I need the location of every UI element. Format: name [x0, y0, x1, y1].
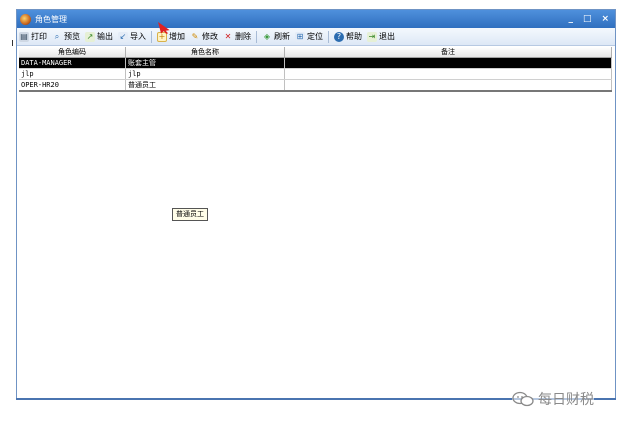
toolbar: ▤ 打印 ⌕ 预览 ↗ 输出 ↙ 导入 + 增加 ✎ 修改 ✕ 删除 ◈ 刷新 … — [17, 28, 615, 46]
cell-role-code[interactable]: OPER-HR20 — [19, 79, 126, 92]
add-label: 增加 — [169, 32, 185, 41]
minimize-button[interactable]: _ — [568, 12, 573, 26]
cell-remarks[interactable] — [284, 57, 612, 69]
cell-role-name[interactable]: 普通员工 — [125, 79, 285, 92]
delete-icon: ✕ — [224, 31, 232, 41]
edit-button[interactable]: ✎ 修改 — [190, 31, 218, 42]
maximize-button[interactable]: □ — [583, 12, 592, 26]
edge-mark — [12, 40, 13, 46]
role-table: 角色编码 角色名称 备注 DATA-MANAGER 账套主管 jlp jlp O — [19, 47, 612, 92]
preview-icon: ⌕ — [54, 31, 60, 41]
locate-button[interactable]: ⊞ 定位 — [295, 31, 323, 42]
help-label: 帮助 — [346, 32, 362, 41]
cell-role-code[interactable]: jlp — [19, 68, 126, 80]
preview-button[interactable]: ⌕ 预览 — [52, 31, 80, 42]
column-header-role-name[interactable]: 角色名称 — [125, 47, 285, 58]
export-icon: ↗ — [85, 31, 95, 42]
cell-remarks[interactable] — [284, 68, 612, 80]
delete-button[interactable]: ✕ 删除 — [223, 31, 251, 42]
column-header-role-code[interactable]: 角色编码 — [19, 47, 126, 58]
import-button[interactable]: ↙ 导入 — [118, 31, 146, 42]
exit-icon: ⇥ — [367, 31, 377, 42]
cell-remarks[interactable] — [284, 79, 612, 92]
cell-tooltip: 普通员工 — [172, 208, 208, 221]
refresh-label: 刷新 — [274, 32, 290, 41]
export-label: 输出 — [97, 32, 113, 41]
refresh-icon: ◈ — [263, 31, 271, 41]
delete-label: 删除 — [235, 32, 251, 41]
table-row[interactable]: OPER-HR20 普通员工 — [19, 79, 612, 92]
locate-label: 定位 — [307, 32, 323, 41]
print-label: 打印 — [31, 32, 47, 41]
column-header-remarks[interactable]: 备注 — [284, 47, 612, 58]
table-row[interactable]: jlp jlp — [19, 68, 612, 80]
table-row[interactable]: DATA-MANAGER 账套主管 — [19, 57, 612, 69]
help-icon: ? — [334, 31, 344, 42]
toolbar-separator — [256, 30, 257, 43]
printer-icon: ▤ — [19, 31, 29, 42]
edit-icon: ✎ — [191, 31, 199, 41]
import-icon: ↙ — [118, 31, 128, 42]
edit-label: 修改 — [202, 32, 218, 41]
toolbar-separator — [328, 30, 329, 43]
watermark: 每日财税 — [512, 389, 594, 409]
import-label: 导入 — [130, 32, 146, 41]
cell-role-code[interactable]: DATA-MANAGER — [19, 57, 126, 69]
cell-role-name[interactable]: jlp — [125, 68, 285, 80]
red-arrow-pointer-icon — [158, 21, 170, 34]
close-button[interactable]: × — [601, 12, 609, 26]
toolbar-separator — [151, 30, 152, 43]
role-grid: 角色编码 角色名称 备注 DATA-MANAGER 账套主管 jlp jlp O — [19, 47, 612, 92]
print-button[interactable]: ▤ 打印 — [19, 31, 47, 42]
locate-icon: ⊞ — [295, 31, 305, 42]
watermark-text: 每日财税 — [538, 392, 594, 408]
table-header-row: 角色编码 角色名称 备注 — [19, 47, 612, 58]
cell-role-name[interactable]: 账套主管 — [125, 57, 285, 69]
wechat-icon — [512, 391, 534, 407]
role-management-window: 角色管理 _ □ × ▤ 打印 ⌕ 预览 ↗ 输出 ↙ 导入 + 增加 ✎ 修改… — [16, 9, 616, 400]
help-button[interactable]: ? 帮助 — [334, 31, 362, 42]
exit-label: 退出 — [379, 32, 395, 41]
exit-button[interactable]: ⇥ 退出 — [367, 31, 395, 42]
refresh-button[interactable]: ◈ 刷新 — [262, 31, 290, 42]
app-icon — [20, 13, 31, 25]
preview-label: 预览 — [64, 32, 80, 41]
title-bar: 角色管理 _ □ × — [17, 10, 615, 28]
window-controls: _ □ × — [568, 12, 609, 26]
window-title: 角色管理 — [35, 14, 67, 24]
export-button[interactable]: ↗ 输出 — [85, 31, 113, 42]
